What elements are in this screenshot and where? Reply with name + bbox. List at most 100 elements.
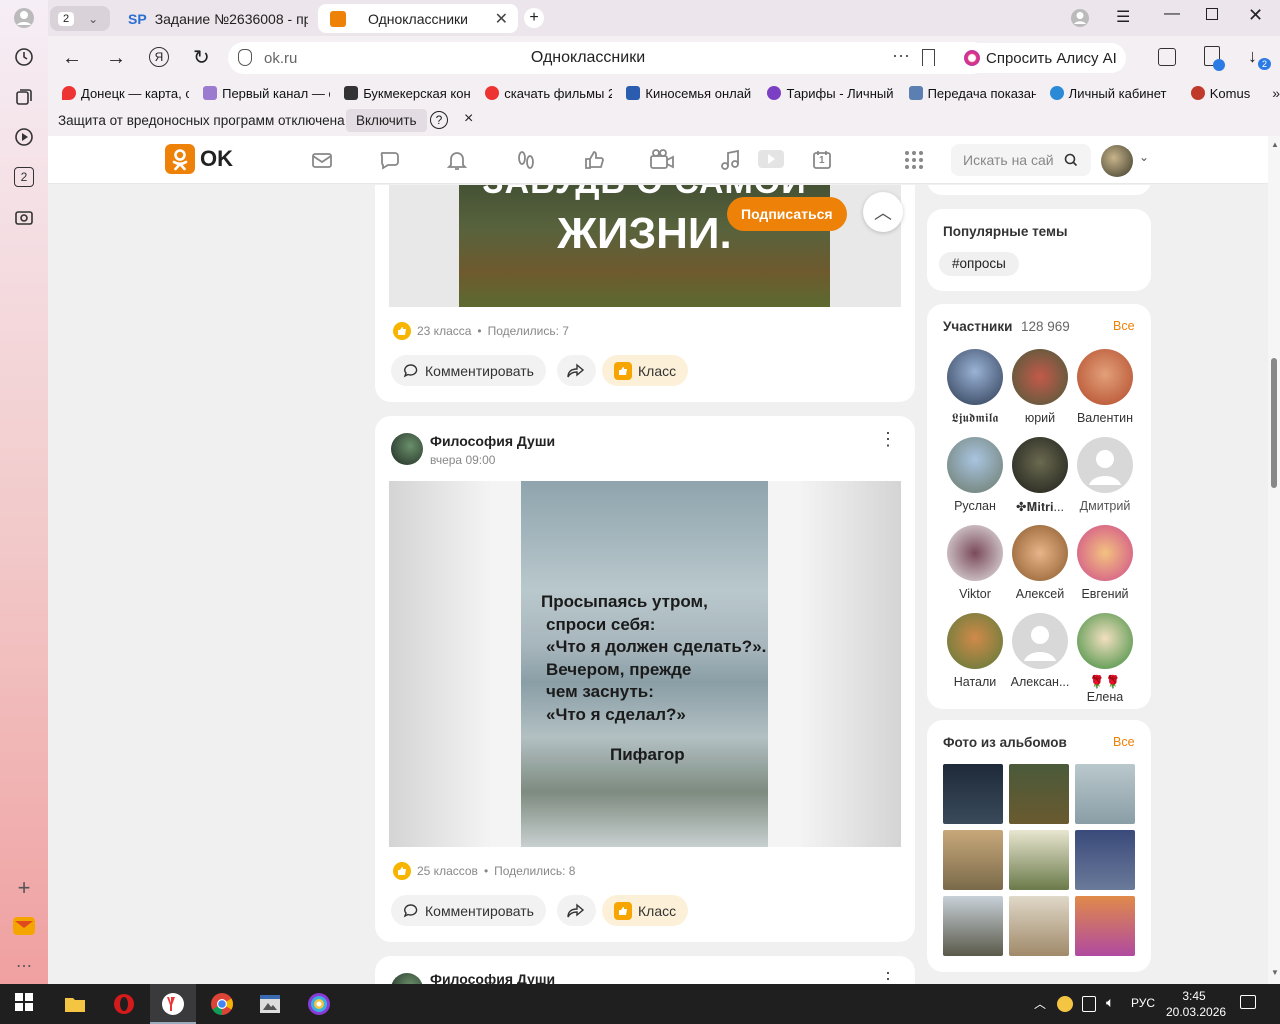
member-item[interactable]: Руслан bbox=[943, 437, 1007, 513]
album-photo[interactable] bbox=[943, 830, 1003, 890]
album-photo[interactable] bbox=[1009, 896, 1069, 956]
member-item[interactable]: 𝕷𝖏𝖚𝖉𝖒𝖎𝖑𝖆 bbox=[943, 349, 1007, 426]
share-button[interactable] bbox=[557, 895, 596, 926]
enable-protection-button[interactable]: Включить bbox=[346, 109, 427, 132]
bookmark-item[interactable]: Киносемья онлай bbox=[626, 86, 753, 101]
album-photo[interactable] bbox=[1075, 830, 1135, 890]
album-photo[interactable] bbox=[943, 764, 1003, 824]
group-avatar[interactable] bbox=[391, 973, 423, 984]
notifications-center-icon[interactable] bbox=[1240, 995, 1256, 1009]
member-item[interactable]: Натали bbox=[943, 613, 1007, 689]
close-window-icon[interactable]: ✕ bbox=[1248, 5, 1263, 26]
tab-zadanie[interactable]: SP Задание №2636008 - про bbox=[128, 5, 308, 32]
bookmark-item[interactable]: Личный кабинет bbox=[1049, 86, 1177, 101]
member-item[interactable]: 🌹🌹 Елена bbox=[1073, 613, 1137, 704]
address-bar[interactable]: ok.ru Одноклассники ⋯ bbox=[228, 42, 988, 74]
reader-icon[interactable] bbox=[1158, 48, 1176, 66]
subscribe-button[interactable]: Подписаться bbox=[727, 197, 847, 231]
add-panel-icon[interactable]: + bbox=[12, 875, 36, 900]
color-app-icon[interactable] bbox=[307, 992, 331, 1016]
menu-icon[interactable]: ☰ bbox=[1116, 7, 1130, 27]
yandex-icon[interactable]: Я bbox=[149, 47, 169, 67]
class-button[interactable]: Класс bbox=[602, 355, 689, 386]
minimize-icon[interactable]: — bbox=[1164, 5, 1180, 23]
notifications-icon[interactable] bbox=[445, 148, 469, 172]
scroll-thumb[interactable] bbox=[1271, 358, 1277, 488]
windows-start-icon[interactable] bbox=[14, 992, 38, 1016]
file-explorer-icon[interactable] bbox=[63, 992, 87, 1016]
album-photo[interactable] bbox=[943, 896, 1003, 956]
bookmark-item[interactable]: Букмекерская кон bbox=[344, 86, 471, 101]
discussions-icon[interactable] bbox=[378, 148, 402, 172]
shares-count[interactable]: Поделились: 8 bbox=[494, 864, 575, 878]
shares-count[interactable]: Поделились: 7 bbox=[488, 324, 569, 338]
clock[interactable]: 3:45 20.03.2026 bbox=[1166, 988, 1226, 1020]
likes-count[interactable]: 25 классов bbox=[417, 864, 478, 878]
page-scrollbar[interactable]: ▲ ▼ bbox=[1268, 136, 1280, 984]
tab-group-button[interactable]: 2 ⌄ bbox=[50, 6, 110, 31]
page-menu-icon[interactable]: ⋯ bbox=[892, 46, 910, 67]
class-button[interactable]: Класс bbox=[602, 895, 689, 926]
bookmark-item[interactable]: скачать фильмы 2 bbox=[485, 86, 612, 101]
members-all-link[interactable]: Все bbox=[1113, 319, 1135, 333]
more-bookmarks-icon[interactable]: » bbox=[1272, 85, 1280, 101]
forward-icon[interactable]: → bbox=[106, 47, 126, 70]
app-window-icon[interactable] bbox=[258, 992, 282, 1016]
video-icon[interactable] bbox=[12, 125, 36, 149]
member-item[interactable]: Viktor bbox=[943, 525, 1007, 601]
downloads-icon[interactable]: ↓ 2 bbox=[1248, 46, 1272, 70]
group-avatar[interactable] bbox=[391, 433, 423, 465]
profile-icon[interactable] bbox=[12, 6, 36, 30]
post-time[interactable]: вчера 09:00 bbox=[430, 453, 495, 467]
avatar[interactable] bbox=[1101, 145, 1133, 177]
album-photo[interactable] bbox=[1075, 764, 1135, 824]
share-button[interactable] bbox=[557, 355, 596, 386]
help-icon[interactable]: ? bbox=[430, 111, 448, 129]
ok-logo-icon[interactable] bbox=[165, 144, 195, 174]
album-photo[interactable] bbox=[1009, 830, 1069, 890]
keyboard-language[interactable]: РУС bbox=[1131, 996, 1155, 1010]
history-icon[interactable] bbox=[12, 45, 36, 69]
yandex-taskbar-item[interactable] bbox=[150, 984, 196, 1024]
member-item[interactable]: юрий bbox=[1008, 349, 1072, 425]
bookmark-item[interactable]: Донецк — карта, с bbox=[62, 86, 189, 101]
chevron-down-icon[interactable]: ⌄ bbox=[1139, 150, 1149, 164]
comment-button[interactable]: Комментировать bbox=[391, 895, 546, 926]
mail-icon[interactable] bbox=[12, 914, 36, 938]
extension-icon[interactable] bbox=[1204, 46, 1225, 71]
back-icon[interactable]: ← bbox=[62, 47, 82, 70]
bookmark-icon[interactable] bbox=[922, 49, 935, 66]
post-author[interactable]: Философия Души bbox=[430, 433, 555, 449]
messages-icon[interactable] bbox=[310, 148, 334, 172]
screenshot-icon[interactable] bbox=[12, 205, 36, 229]
music-icon[interactable] bbox=[718, 148, 742, 172]
collections-icon[interactable] bbox=[12, 85, 36, 109]
bookmark-item[interactable]: Передача показан bbox=[908, 86, 1036, 101]
tray-expand-icon[interactable]: ︿ bbox=[1034, 995, 1046, 1012]
member-item[interactable]: Алексан... bbox=[1008, 613, 1072, 689]
member-item[interactable]: ✤𝐌𝐢𝐭𝐫𝐢... bbox=[1008, 437, 1072, 515]
restore-icon[interactable] bbox=[1206, 8, 1218, 20]
guests-icon[interactable] bbox=[514, 148, 538, 172]
scroll-down-arrow[interactable]: ▼ bbox=[1271, 968, 1279, 977]
album-photo[interactable] bbox=[1075, 896, 1135, 956]
photos-all-link[interactable]: Все bbox=[1113, 735, 1135, 749]
likes-count[interactable]: 23 класса bbox=[417, 324, 471, 338]
album-photo[interactable] bbox=[1009, 764, 1069, 824]
post-menu-icon[interactable]: ⋮ bbox=[879, 970, 897, 984]
member-item[interactable]: Валентин bbox=[1073, 349, 1137, 425]
member-item[interactable]: Евгений bbox=[1073, 525, 1137, 601]
network-icon[interactable] bbox=[1082, 996, 1096, 1012]
bookmark-item[interactable]: Первый канал — с bbox=[203, 86, 330, 101]
post-menu-icon[interactable]: ⋮ bbox=[879, 430, 897, 448]
apps-grid-icon[interactable] bbox=[902, 148, 926, 172]
close-tab-icon[interactable]: ✕ bbox=[495, 9, 508, 29]
scroll-up-button[interactable]: ︿ bbox=[863, 192, 903, 232]
tray-app-icon[interactable] bbox=[1057, 996, 1073, 1012]
video-nav-icon[interactable] bbox=[649, 148, 674, 172]
scroll-up-arrow[interactable]: ▲ bbox=[1271, 140, 1279, 149]
more-icon[interactable]: ⋯ bbox=[12, 954, 36, 978]
chrome-icon[interactable] bbox=[210, 992, 234, 1016]
tabs-count-icon[interactable]: 2 bbox=[12, 165, 36, 189]
member-item[interactable]: Алексей bbox=[1008, 525, 1072, 601]
